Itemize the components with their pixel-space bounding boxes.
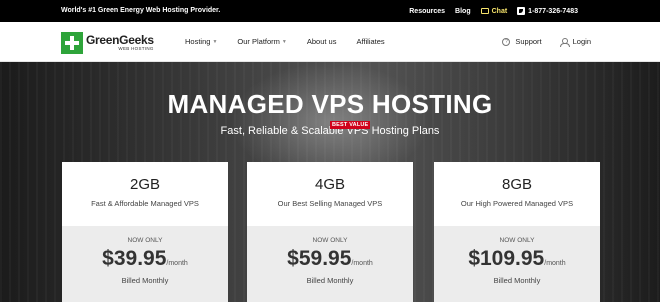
billing-note: Billed Monthly xyxy=(493,276,541,285)
hero-section: MANAGED VPS HOSTING Fast, Reliable & Sca… xyxy=(0,62,660,302)
best-value-badge: BEST VALUE xyxy=(330,121,371,129)
logo[interactable]: GreenGeeks WEB HOSTING xyxy=(61,32,154,54)
chevron-down-icon: ▼ xyxy=(212,38,218,45)
chat-label: Chat xyxy=(491,7,508,15)
support-link[interactable]: ? Support xyxy=(502,37,542,46)
plan-name: 4GB xyxy=(314,176,345,193)
top-bar: World's #1 Green Energy Web Hosting Prov… xyxy=(0,0,660,22)
plan-name: 2GB xyxy=(129,176,160,193)
logo-subtitle: WEB HOSTING xyxy=(118,46,154,52)
plan-price: $109.95 xyxy=(468,247,545,270)
blog-link[interactable]: Blog xyxy=(455,8,471,15)
chat-icon xyxy=(480,8,489,14)
login-link[interactable]: Login xyxy=(559,37,591,47)
plan-description: Our High Powered Managed VPS xyxy=(460,199,574,208)
tagline: World's #1 Green Energy Web Hosting Prov… xyxy=(61,7,221,14)
plus-logo-icon xyxy=(61,32,83,54)
now-only-label: NOW ONLY xyxy=(127,237,163,244)
help-circle-icon: ? xyxy=(502,37,511,46)
main-nav: GreenGeeks WEB HOSTING Hosting ▼ Our Pla… xyxy=(0,22,660,62)
logo-name: GreenGeeks xyxy=(86,33,154,48)
nav-account: ? Support Login xyxy=(502,37,591,47)
user-icon xyxy=(559,37,570,47)
chevron-down-icon: ▼ xyxy=(281,38,287,45)
nav-affiliates[interactable]: Affiliates xyxy=(356,37,384,46)
plan-price: $39.95 xyxy=(102,247,167,270)
phone-number: 1-877-326-7483 xyxy=(528,7,578,15)
top-bar-links: Resources Blog Chat 1-877-326-7483 xyxy=(409,7,578,15)
hero-title: MANAGED VPS HOSTING xyxy=(167,89,493,119)
plan-description: Our Best Selling Managed VPS xyxy=(277,199,383,208)
plan-price: $59.95 xyxy=(287,247,352,270)
nav-our-platform[interactable]: Our Platform ▼ xyxy=(237,37,286,46)
price-period: /month xyxy=(166,260,188,267)
resources-link[interactable]: Resources xyxy=(409,8,445,15)
now-only-label: NOW ONLY xyxy=(499,237,535,244)
nav-links: Hosting ▼ Our Platform ▼ About us Affili… xyxy=(185,37,405,46)
chat-link[interactable]: Chat xyxy=(480,7,508,15)
nav-about-us[interactable]: About us xyxy=(307,37,337,46)
plan-description: Fast & Affordable Managed VPS xyxy=(91,199,199,208)
plan-card-2gb[interactable]: 2GB Fast & Affordable Managed VPS NOW ON… xyxy=(62,162,228,302)
plan-card-4gb[interactable]: 4GB Our Best Selling Managed VPS NOW ONL… xyxy=(247,162,413,302)
now-only-label: NOW ONLY xyxy=(312,237,348,244)
phone-icon xyxy=(517,7,526,15)
phone-link[interactable]: 1-877-326-7483 xyxy=(517,7,578,15)
plan-name: 8GB xyxy=(501,176,532,193)
billing-note: Billed Monthly xyxy=(306,276,354,285)
plan-card-8gb[interactable]: 8GB Our High Powered Managed VPS NOW ONL… xyxy=(434,162,600,302)
nav-hosting[interactable]: Hosting ▼ xyxy=(185,37,217,46)
price-period: /month xyxy=(544,260,566,267)
price-period: /month xyxy=(351,260,373,267)
billing-note: Billed Monthly xyxy=(121,276,169,285)
